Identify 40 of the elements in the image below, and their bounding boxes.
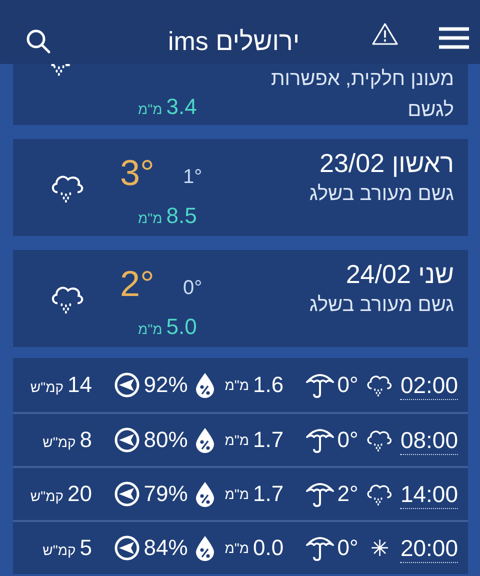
precipitation-value: 1.6 [252, 372, 284, 398]
weather-description: גשם מעורב בשלג [309, 182, 454, 207]
temperature: 0° [337, 372, 358, 398]
precipitation-unit: מ"מ [224, 538, 249, 558]
precipitation-unit: מ"מ [224, 430, 249, 450]
wind-speed: 5 [80, 535, 92, 561]
precipitation-unit: מ"מ [138, 209, 162, 228]
low-temperature: 1° [183, 165, 202, 189]
precipitation-value: 1.7 [252, 481, 284, 507]
wind-unit: קמ"ש [42, 541, 76, 560]
precipitation-value: 1.7 [252, 427, 284, 453]
humidity-value: 84% [144, 535, 188, 561]
precipitation-unit: מ"מ [138, 320, 162, 339]
precipitation-unit: מ"מ [224, 484, 249, 504]
date-label: שני 24/02 [346, 258, 454, 290]
precipitation-value: 8.5 [166, 203, 197, 229]
precipitation-value: 3.4 [166, 94, 197, 120]
precipitation-value: 0.0 [252, 535, 284, 561]
precipitation-value: 5.0 [166, 314, 197, 340]
temperature: 2° [337, 481, 358, 507]
high-temperature: 2° [120, 264, 154, 304]
precipitation-unit: מ"מ [138, 100, 162, 119]
temperature: 0° [337, 427, 358, 453]
city-title: ירושלים ims [168, 26, 300, 56]
wind-speed: 8 [80, 427, 92, 453]
wind-speed: 20 [67, 481, 92, 507]
humidity-value: 80% [144, 427, 188, 453]
low-temperature: 0° [183, 276, 202, 300]
humidity-value: 92% [144, 372, 188, 398]
temperature: 0° [337, 535, 358, 561]
wind-speed: 14 [67, 372, 92, 398]
date-label: ראשון 23/02 [320, 147, 454, 179]
humidity-value: 79% [144, 481, 188, 507]
high-temperature: 3° [120, 153, 154, 193]
weather-description: מעונן חלקית, אפשרות לגשם [270, 67, 454, 123]
wind-unit: קמ"ש [30, 487, 64, 506]
wind-unit: קמ"ש [30, 378, 64, 397]
precipitation-unit: מ"מ [224, 376, 249, 394]
wind-unit: קמ"ש [42, 433, 76, 452]
weather-description: גשם מעורב בשלג [309, 293, 454, 318]
